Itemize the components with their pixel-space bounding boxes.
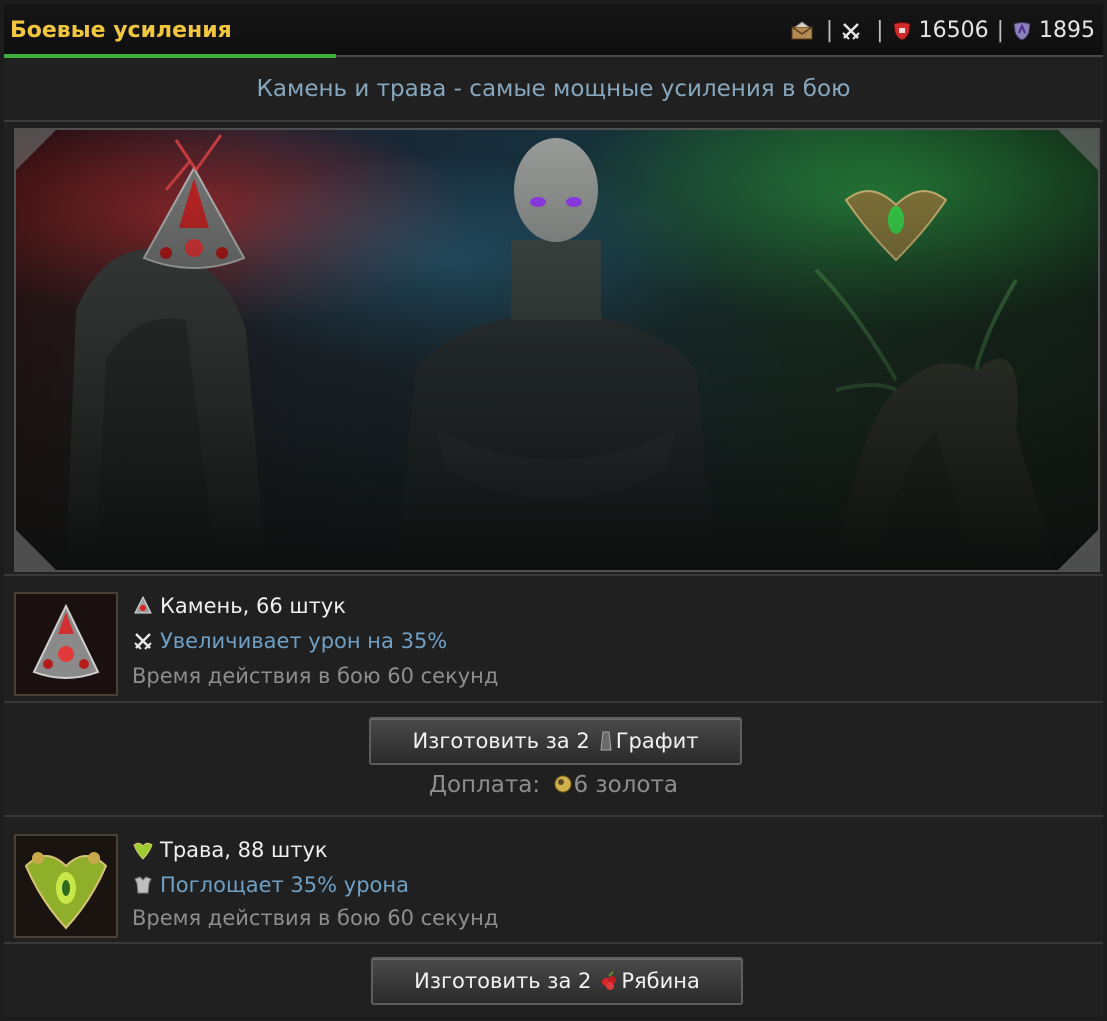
top-bar: Боевые усиления | | 16506 | 1895: [4, 4, 1103, 58]
stone-effect: Увеличивает урон на 35%: [160, 629, 448, 653]
page-title: Боевые усиления: [10, 18, 232, 43]
surcharge-value: 6 золота: [573, 772, 678, 798]
stone-duration-line: Время действия в бою 60 секунд: [132, 664, 498, 688]
defense-value: 1895: [1039, 18, 1095, 43]
boosts-banner: [14, 128, 1100, 572]
mail-icon[interactable]: [791, 20, 813, 41]
herb-emblem-icon: [14, 834, 118, 938]
stone-duration: Время действия в бою 60 секунд: [132, 664, 499, 688]
stone-emblem-icon: [14, 592, 118, 696]
stone-surcharge: Доплата: 6 золота: [4, 772, 1103, 798]
herb-title: Трава, 88 штук: [132, 838, 328, 862]
rowan-berry-icon: [599, 970, 619, 992]
stone-effect-line: Увеличивает урон на 35%: [132, 629, 447, 653]
herb-name: Трава, 88 штук: [160, 838, 328, 862]
crossed-swords-icon: [841, 21, 861, 41]
herb-effect: Поглощает 35% урона: [160, 873, 409, 897]
herb-small-icon: [132, 839, 154, 861]
craft-stone-button[interactable]: Изготовить за 2 Графит: [369, 717, 742, 765]
graphite-icon: [598, 730, 614, 752]
red-shield-icon: [892, 21, 912, 41]
stone-title: Камень, 66 штук: [132, 594, 346, 618]
armor-icon: [132, 874, 154, 896]
herb-duration: Время действия в бою 60 секунд: [132, 906, 499, 930]
craft-herb-resource: Рябина: [621, 969, 700, 993]
stat-separator: |: [825, 18, 834, 43]
purple-shield-icon: [1012, 21, 1032, 41]
boosts-page: Боевые усиления | | 16506 | 1895 Камень …: [4, 4, 1103, 1017]
craft-stone-resource: Графит: [615, 729, 699, 753]
section-divider: [4, 574, 1103, 576]
stat-separator: |: [876, 18, 884, 43]
craft-stone-button-label: Изготовить за 2: [412, 729, 590, 753]
craft-herb-button[interactable]: Изготовить за 2 Рябина: [371, 957, 743, 1005]
section-divider: [4, 942, 1103, 944]
player-stats: | | 16506 | 1895: [791, 18, 1095, 43]
stone-small-icon: [132, 595, 154, 617]
title-underline: [336, 55, 1103, 57]
crossed-swords-icon: [132, 630, 154, 652]
section-divider: [4, 815, 1103, 817]
craft-herb-button-label: Изготовить за 2: [414, 969, 592, 993]
section-divider: [4, 701, 1103, 703]
surcharge-label: Доплата:: [429, 772, 541, 798]
stone-name: Камень, 66 штук: [160, 594, 346, 618]
stat-separator: |: [996, 18, 1004, 43]
herb-effect-line: Поглощает 35% урона: [132, 873, 409, 897]
health-value: 16506: [918, 18, 989, 43]
gold-coin-icon: [553, 774, 573, 794]
page-subtitle: Камень и трава - самые мощные усиления в…: [4, 58, 1103, 122]
herb-duration-line: Время действия в бою 60 секунд: [132, 906, 498, 930]
